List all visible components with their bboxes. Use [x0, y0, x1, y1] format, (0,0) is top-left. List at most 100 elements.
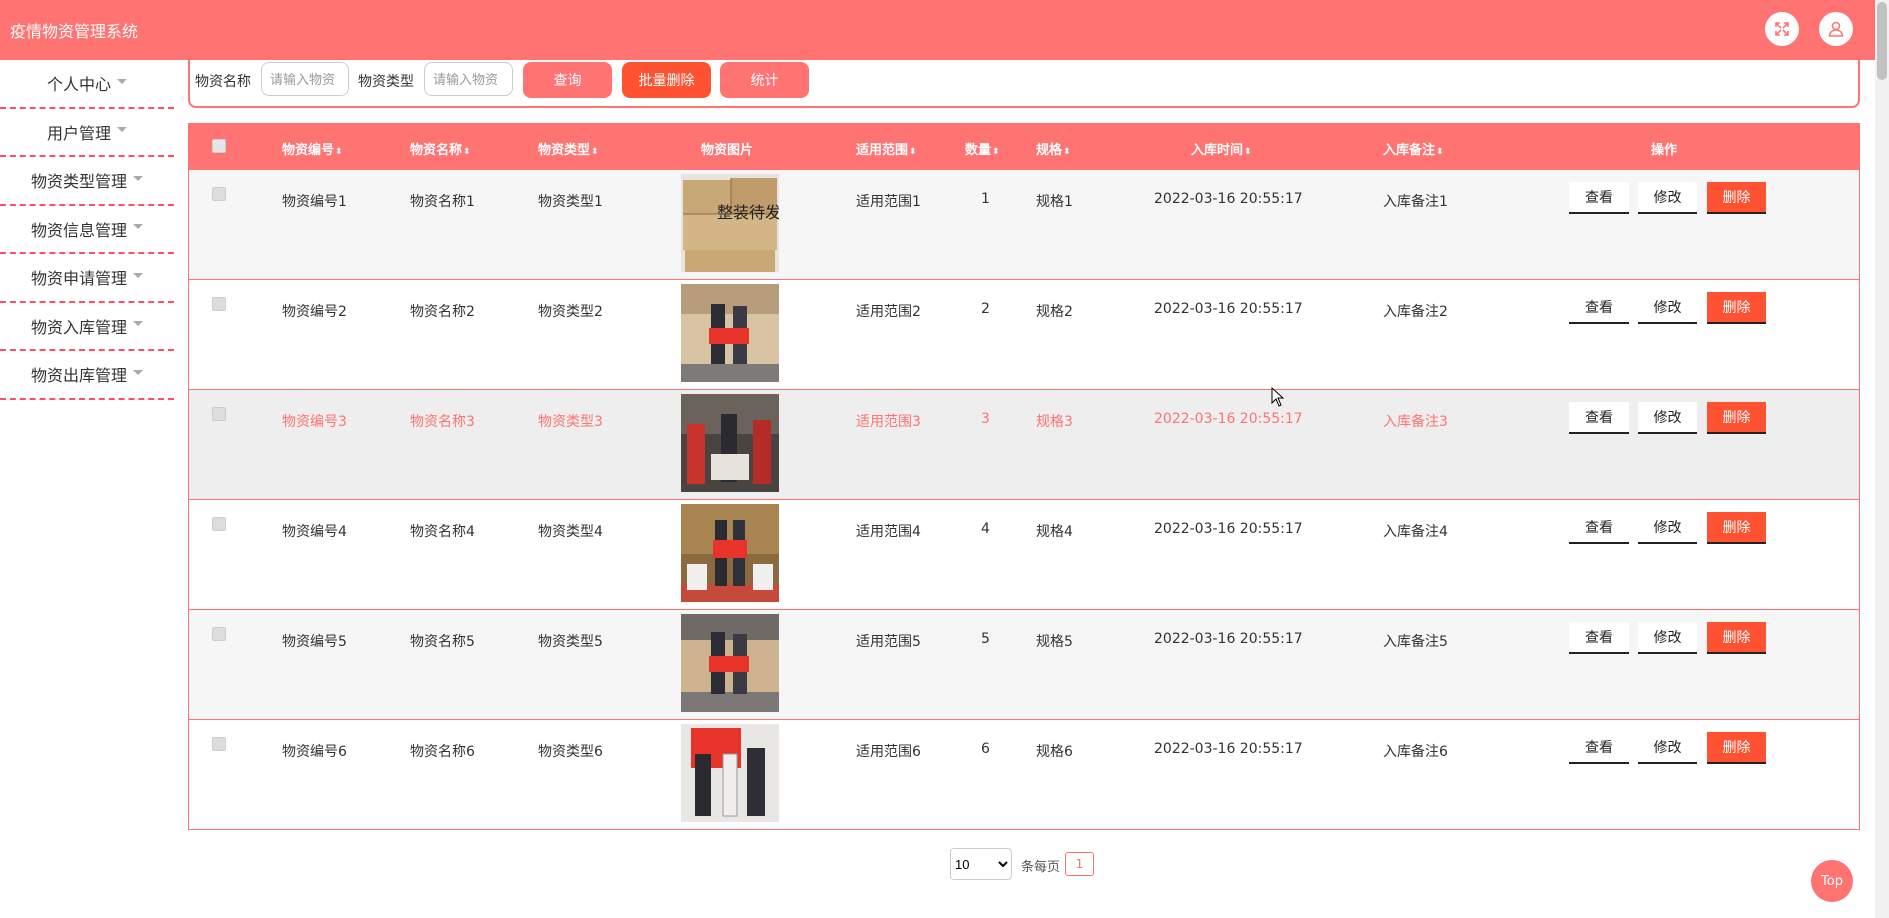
- view-button[interactable]: 查看: [1569, 622, 1629, 654]
- row-checkbox[interactable]: [212, 407, 226, 421]
- delete-button[interactable]: 删除: [1707, 182, 1766, 214]
- statistics-button[interactable]: 统计: [720, 62, 809, 98]
- supply-name-label: 物资名称: [195, 74, 251, 90]
- row-checkbox[interactable]: [212, 297, 226, 311]
- row-checkbox[interactable]: [212, 627, 226, 641]
- cell-type: 物资类型5: [538, 634, 603, 650]
- cell-quantity: 2: [981, 301, 990, 317]
- edit-button[interactable]: 修改: [1638, 182, 1697, 214]
- sidebar-item-label: 物资出库管理: [30, 366, 127, 386]
- view-button[interactable]: 查看: [1569, 732, 1629, 764]
- fullscreen-button[interactable]: [1765, 12, 1799, 46]
- user-menu-button[interactable]: [1819, 12, 1853, 46]
- cell-spec: 规格3: [1036, 414, 1073, 430]
- delete-button[interactable]: 删除: [1707, 622, 1766, 654]
- table-row[interactable]: 物资编号2 物资名称2 物资类型2 适用范围2 2 规格2 2022-03-16…: [189, 279, 1859, 389]
- supply-photo: [681, 394, 779, 492]
- delete-button[interactable]: 删除: [1707, 292, 1766, 324]
- cell-quantity: 4: [981, 521, 990, 537]
- sort-icon: ⬍: [1436, 147, 1444, 157]
- sidebar-item-label: 物资申请管理: [30, 269, 127, 289]
- chevron-down-icon: [133, 321, 143, 327]
- delete-button[interactable]: 删除: [1707, 732, 1766, 764]
- column-header-photo: 物资图片: [701, 143, 754, 158]
- cell-note: 入库备注3: [1383, 414, 1448, 430]
- sidebar-item-label: 物资入库管理: [30, 317, 127, 337]
- view-button[interactable]: 查看: [1569, 292, 1629, 324]
- cell-scope: 适用范围3: [856, 414, 921, 430]
- column-header-code[interactable]: 物资编号⬍: [282, 139, 343, 158]
- row-checkbox[interactable]: [212, 737, 226, 751]
- column-header-name[interactable]: 物资名称⬍: [410, 139, 471, 158]
- table-row[interactable]: 物资编号6 物资名称6 物资类型6 适用范围6 6 规格6 2022-03-16…: [189, 719, 1859, 829]
- cell-type: 物资类型2: [538, 304, 603, 320]
- page-size-select[interactable]: 10: [950, 848, 1012, 880]
- column-header-scope[interactable]: 适用范围⬍: [856, 139, 917, 158]
- supply-photo: [681, 724, 779, 822]
- column-header-actions: 操作: [1651, 143, 1678, 158]
- sidebar-item-label: 用户管理: [46, 123, 111, 143]
- cell-scope: 适用范围1: [856, 194, 921, 210]
- sidebar-item-label: 物资类型管理: [30, 172, 127, 192]
- table-row[interactable]: 物资编号5 物资名称5 物资类型5 适用范围5 5 规格5 2022-03-16…: [189, 609, 1859, 719]
- edit-button[interactable]: 修改: [1638, 512, 1697, 544]
- cell-stock-in-time: 2022-03-16 20:55:17: [1154, 741, 1303, 757]
- vertical-scrollbar[interactable]: [1875, 0, 1889, 918]
- cell-stock-in-time: 2022-03-16 20:55:17: [1154, 191, 1303, 207]
- supply-photo: [681, 504, 779, 602]
- sort-icon: ⬍: [909, 147, 917, 157]
- select-all-checkbox[interactable]: [212, 139, 226, 153]
- cell-note: 入库备注1: [1383, 194, 1448, 210]
- column-header-type[interactable]: 物资类型⬍: [538, 139, 599, 158]
- row-checkbox[interactable]: [212, 187, 226, 201]
- sidebar-item-stock-out-management[interactable]: 物资出库管理: [0, 351, 174, 400]
- sidebar-nav: 个人中心 用户管理 物资类型管理 物资信息管理 物资申请管理 物资入库管理 物资…: [0, 60, 174, 400]
- sidebar-item-personal-center[interactable]: 个人中心: [0, 60, 174, 109]
- edit-button[interactable]: 修改: [1638, 622, 1697, 654]
- cell-scope: 适用范围6: [856, 744, 921, 760]
- supply-type-input[interactable]: [424, 62, 513, 96]
- cell-spec: 规格1: [1036, 194, 1073, 210]
- user-icon: [1828, 21, 1844, 37]
- edit-button[interactable]: 修改: [1638, 732, 1697, 764]
- delete-button[interactable]: 删除: [1707, 402, 1766, 434]
- edit-button[interactable]: 修改: [1638, 292, 1697, 324]
- sort-icon: ⬍: [1244, 147, 1252, 157]
- table-header: 物资编号⬍ 物资名称⬍ 物资类型⬍ 物资图片 适用范围⬍ 数量⬍ 规格⬍ 入库时…: [189, 124, 1859, 169]
- column-header-quantity[interactable]: 数量⬍: [965, 139, 1000, 158]
- cell-quantity: 6: [981, 741, 990, 757]
- sidebar-item-supply-info-management[interactable]: 物资信息管理: [0, 206, 174, 254]
- cell-stock-in-time: 2022-03-16 20:55:17: [1154, 521, 1303, 537]
- table-row[interactable]: 物资编号1 物资名称1 物资类型1 整装待发 适用范围1 1 规格1 2022-…: [189, 169, 1859, 279]
- cell-quantity: 3: [981, 411, 990, 427]
- batch-delete-button[interactable]: 批量删除: [622, 62, 711, 98]
- cell-scope: 适用范围2: [856, 304, 921, 320]
- sidebar-item-supply-request-management[interactable]: 物资申请管理: [0, 254, 174, 303]
- edit-button[interactable]: 修改: [1638, 402, 1697, 434]
- column-header-stock-in-time[interactable]: 入库时间⬍: [1191, 139, 1252, 158]
- cell-spec: 规格4: [1036, 524, 1073, 540]
- page-number-button[interactable]: 1: [1065, 852, 1094, 876]
- cell-name: 物资名称5: [410, 634, 475, 650]
- table-row[interactable]: 物资编号4 物资名称4 物资类型4 适用范围4 4 规格4 2022-03-16…: [189, 499, 1859, 609]
- table-row[interactable]: 物资编号3 物资名称3 物资类型3 适用范围3 3 规格3 2022-03-16…: [189, 389, 1859, 499]
- sidebar-item-user-management[interactable]: 用户管理: [0, 109, 174, 157]
- supply-type-label: 物资类型: [358, 74, 414, 90]
- view-button[interactable]: 查看: [1569, 402, 1629, 434]
- cell-code: 物资编号4: [282, 524, 347, 540]
- chevron-down-icon: [133, 369, 143, 375]
- back-to-top-button[interactable]: Top: [1811, 860, 1853, 902]
- sidebar-item-label: 个人中心: [46, 75, 111, 95]
- delete-button[interactable]: 删除: [1707, 512, 1766, 544]
- supply-table: 物资编号⬍ 物资名称⬍ 物资类型⬍ 物资图片 适用范围⬍ 数量⬍ 规格⬍ 入库时…: [188, 123, 1860, 830]
- column-header-note[interactable]: 入库备注⬍: [1383, 139, 1444, 158]
- column-header-spec[interactable]: 规格⬍: [1036, 139, 1071, 158]
- supply-name-input[interactable]: [261, 62, 349, 96]
- view-button[interactable]: 查看: [1569, 182, 1629, 214]
- query-button[interactable]: 查询: [523, 62, 612, 98]
- view-button[interactable]: 查看: [1569, 512, 1629, 544]
- sidebar-item-stock-in-management[interactable]: 物资入库管理: [0, 303, 174, 351]
- sort-icon: ⬍: [463, 147, 471, 157]
- row-checkbox[interactable]: [212, 517, 226, 531]
- sidebar-item-supply-type-management[interactable]: 物资类型管理: [0, 157, 174, 206]
